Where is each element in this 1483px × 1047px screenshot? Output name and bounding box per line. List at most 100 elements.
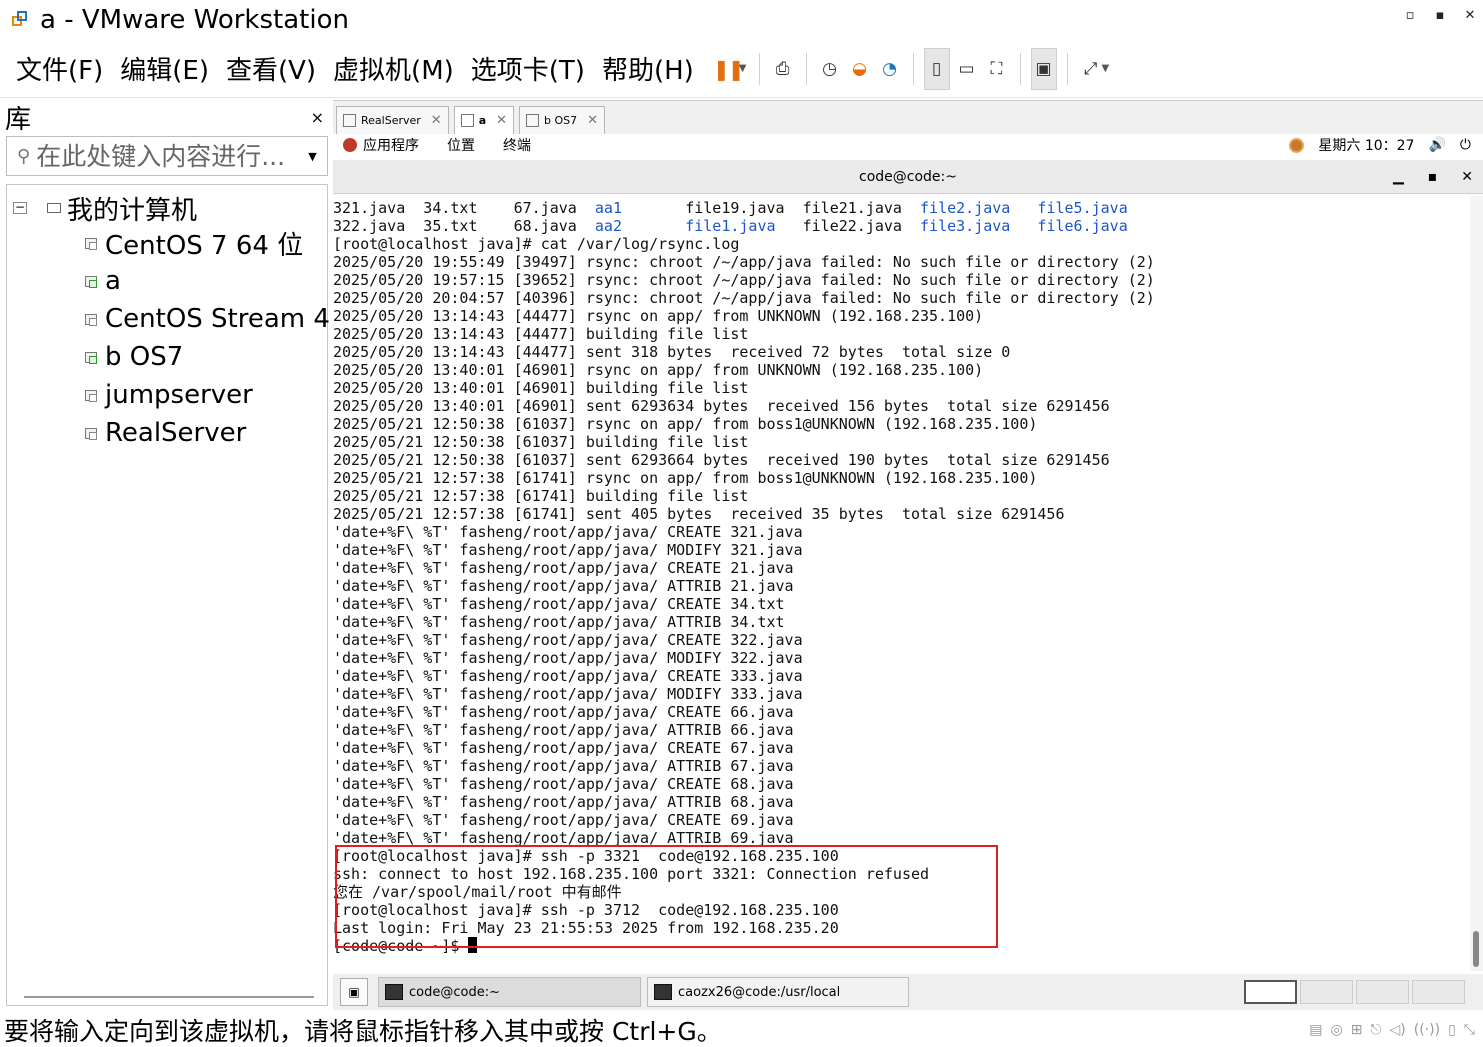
snapshot-manager-icon[interactable]: ◔ (877, 48, 903, 90)
vm-running-icon (526, 114, 540, 127)
terminal-line: 'date+%F\ %T' fasheng/root/app/java/ MOD… (333, 541, 803, 559)
terminal-line: 322.java 35.txt 68.java aa2 file1.java f… (333, 217, 1128, 235)
volume-icon[interactable]: 🔊 (1428, 137, 1445, 153)
scrollbar-thumb[interactable] (1473, 931, 1479, 967)
snapshot-icon[interactable]: ◷ (817, 48, 843, 90)
network-icon[interactable]: ⊞ (1351, 1022, 1363, 1038)
search-input[interactable] (36, 141, 307, 171)
tree-item-label: a (105, 266, 121, 296)
gnome-top-panel: 应用程序 位置 终端 星期六 10：27 🔊 ⏻ (333, 134, 1483, 156)
terminal-close-button[interactable]: ✕ (1461, 169, 1473, 185)
sidebar-view-icon[interactable]: ▯ (923, 47, 950, 90)
terminal-icon[interactable]: ▣ (1030, 47, 1057, 90)
close-button[interactable]: ✕ (1463, 8, 1477, 23)
power-dropdown-icon[interactable]: ▼ (739, 63, 747, 74)
terminal-titlebar: code@code:~ ▁ ▪ ✕ (333, 160, 1483, 194)
terminal-line: 'date+%F\ %T' fasheng/root/app/java/ CRE… (333, 739, 794, 757)
menu-file[interactable]: 文件(F) (16, 50, 103, 87)
library-hscrollbar[interactable] (24, 996, 314, 998)
terminal-line: 2025/05/20 13:14:43 [44477] sent 318 byt… (333, 343, 1011, 361)
gnome-taskbar: ▣ code@code:~ caozx26@code:/usr/local (333, 974, 1483, 1010)
terminal-line: 'date+%F\ %T' fasheng/root/app/java/ CRE… (333, 631, 803, 649)
tab-close-icon[interactable]: ✕ (431, 113, 442, 128)
terminal-line: 321.java 34.txt 67.java aa1 file19.java … (333, 199, 1128, 217)
tree-item-label: CentOS 7 64 位 (105, 230, 304, 261)
tab-close-icon[interactable]: ✕ (496, 113, 507, 128)
fullscreen-icon[interactable]: ⛶ (984, 48, 1010, 90)
terminal-line: 2025/05/20 20:04:57 [40396] rsync: chroo… (333, 289, 1155, 307)
terminal-menu[interactable]: 终端 (503, 135, 531, 155)
wireless-icon[interactable]: ((·)) (1414, 1022, 1440, 1038)
tree-root-my-computer[interactable]: − 我的计算机 (13, 191, 198, 226)
tab-label: a (478, 114, 487, 127)
tab-a[interactable]: a ✕ (453, 106, 515, 134)
menu-help[interactable]: 帮助(H) (602, 50, 694, 87)
tree-root-label: 我的计算机 (67, 195, 198, 226)
workspace-4[interactable] (1412, 980, 1465, 1004)
terminal-line: 2025/05/21 12:57:38 [61741] sent 405 byt… (333, 505, 1065, 523)
tab-label: b OS7 (544, 114, 578, 127)
terminal-scrollbar[interactable] (1470, 196, 1483, 971)
tree-item-b-os7[interactable]: b OS7 (85, 339, 183, 375)
task-terminal-caozx26[interactable]: caozx26@code:/usr/local (647, 977, 909, 1007)
maximize-button[interactable]: ▪ (1433, 8, 1447, 23)
sound-icon[interactable]: ◁) (1390, 1022, 1406, 1038)
terminal-line: 'date+%F\ %T' fasheng/root/app/java/ CRE… (333, 559, 794, 577)
usb-icon[interactable]: ⎋ (1370, 1022, 1381, 1038)
library-title: 库 (5, 104, 32, 135)
view-dropdown-icon[interactable]: ▼ (1102, 63, 1110, 74)
terminal-line: 2025/05/20 13:14:43 [44477] building fil… (333, 325, 749, 343)
workspace-1[interactable] (1244, 980, 1297, 1004)
applications-menu[interactable]: 应用程序 (363, 135, 419, 155)
terminal-line: 'date+%F\ %T' fasheng/root/app/java/ CRE… (333, 667, 803, 685)
terminal-line: 2025/05/21 12:57:38 [61741] rsync on app… (333, 469, 1038, 487)
tree-item-centos7[interactable]: CentOS 7 64 位 (85, 225, 303, 261)
workspace-3[interactable] (1356, 980, 1409, 1004)
computer-icon (47, 203, 61, 213)
fullscreen-status-icon[interactable]: ⤡ (1464, 1022, 1475, 1038)
revert-snapshot-icon[interactable]: ◒ (847, 48, 873, 90)
vm-running-icon (460, 114, 474, 127)
menu-view[interactable]: 查看(V) (226, 50, 316, 87)
message-icon[interactable]: ▯ (1448, 1022, 1456, 1038)
user-avatar-icon[interactable] (1289, 137, 1305, 153)
tree-item-jumpserver[interactable]: jumpserver (85, 377, 253, 413)
tab-realserver[interactable]: RealServer ✕ (336, 106, 449, 134)
terminal-line: [root@localhost java]# cat /var/log/rsyn… (333, 235, 740, 253)
vm-tab-bar: RealServer ✕ a ✕ b OS7 ✕ (333, 100, 1483, 134)
menu-tabs[interactable]: 选项卡(T) (471, 50, 585, 87)
library-search: ⚲ ▼ (6, 136, 328, 176)
tab-b-os7[interactable]: b OS7 ✕ (519, 106, 606, 134)
unity-icon[interactable]: ⤢ (1078, 48, 1104, 90)
search-dropdown-icon[interactable]: ▼ (308, 150, 316, 163)
minimize-button[interactable]: ▫ (1403, 8, 1417, 23)
console-view-icon[interactable]: ▭ (954, 48, 980, 90)
terminal-line: 'date+%F\ %T' fasheng/root/app/java/ CRE… (333, 703, 794, 721)
vm-icon (85, 388, 100, 403)
power-icon[interactable]: ⏻ (1460, 137, 1471, 153)
menu-vm[interactable]: 虚拟机(M) (333, 50, 454, 87)
workspace-2[interactable] (1300, 980, 1353, 1004)
terminal-line: 2025/05/20 13:40:01 [46901] building fil… (333, 379, 749, 397)
vm-icon (85, 426, 100, 441)
collapse-icon[interactable]: − (13, 201, 27, 214)
vm-running-icon (85, 274, 100, 289)
tree-item-a[interactable]: a (85, 263, 121, 299)
pause-icon[interactable]: ❚❚ (713, 48, 745, 90)
terminal-minimize-button[interactable]: ▁ (1393, 169, 1404, 185)
menu-edit[interactable]: 编辑(E) (120, 50, 209, 87)
library-close-icon[interactable]: × (311, 108, 324, 127)
task-label: code@code:~ (409, 984, 500, 1000)
cdrom-icon[interactable]: ◎ (1331, 1022, 1343, 1038)
show-desktop-icon[interactable]: ▣ (340, 978, 368, 1006)
places-menu[interactable]: 位置 (447, 135, 475, 155)
tree-item-realserver[interactable]: RealServer (85, 415, 246, 451)
hdd-icon[interactable]: ▤ (1309, 1022, 1322, 1038)
task-terminal-code[interactable]: code@code:~ (378, 977, 641, 1007)
clock[interactable]: 星期六 10：27 (1318, 135, 1414, 155)
send-keys-icon[interactable]: ⎙ (770, 48, 796, 90)
terminal-maximize-button[interactable]: ▪ (1428, 169, 1438, 185)
tab-close-icon[interactable]: ✕ (587, 113, 598, 128)
title-bar: a - VMware Workstation ▫ ▪ ✕ (0, 0, 1483, 40)
tree-item-centos-stream[interactable]: CentOS Stream 4 (85, 301, 330, 337)
